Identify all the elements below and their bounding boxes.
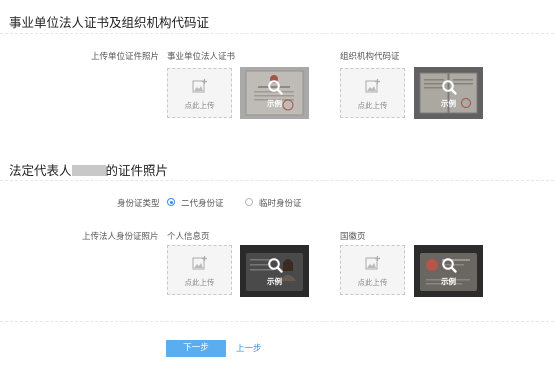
cert1-title: 事业单位法人证书 bbox=[167, 52, 236, 62]
image-upload-icon bbox=[365, 256, 380, 270]
sample-text: 示例 bbox=[441, 99, 456, 108]
divider bbox=[0, 321, 554, 322]
next-step-button[interactable]: 下一步 bbox=[166, 340, 226, 357]
magnifier-icon bbox=[268, 258, 283, 273]
sample-id-front[interactable]: 示例 bbox=[240, 245, 309, 297]
magnifier-icon bbox=[442, 258, 457, 273]
upload-id-back-button[interactable]: 点此上传 bbox=[340, 245, 405, 295]
image-upload-icon bbox=[192, 79, 207, 93]
sample-cert2[interactable]: 示例 bbox=[414, 67, 483, 119]
image-upload-icon bbox=[192, 256, 207, 270]
upload-text: 点此上传 bbox=[184, 278, 215, 287]
sample-id-back[interactable]: 示例 bbox=[414, 245, 483, 297]
radio-second-gen-id[interactable] bbox=[167, 198, 175, 206]
divider bbox=[0, 33, 554, 34]
sample-cert1[interactable]: 示例 bbox=[240, 67, 309, 119]
upload-id-front-button[interactable]: 点此上传 bbox=[167, 245, 232, 295]
sample-text: 示例 bbox=[267, 99, 282, 108]
upload-legal-id-label: 上传法人身份证照片 bbox=[82, 232, 159, 242]
sample-text: 示例 bbox=[267, 277, 282, 286]
radio-temp-id-label[interactable]: 临时身份证 bbox=[259, 197, 302, 209]
upload-unit-cert-label: 上传单位证件照片 bbox=[91, 52, 160, 62]
cert2-title: 组织机构代码证 bbox=[340, 52, 400, 62]
title-suffix: 的证件照片 bbox=[105, 163, 169, 178]
id-back-title: 国徽页 bbox=[340, 232, 366, 242]
radio-second-gen-id-label[interactable]: 二代身份证 bbox=[181, 197, 224, 209]
id-type-label: 身份证类型 bbox=[117, 199, 160, 209]
divider bbox=[0, 180, 554, 181]
upload-cert1-button[interactable]: 点此上传 bbox=[167, 68, 232, 118]
upload-text: 点此上传 bbox=[357, 278, 388, 287]
upload-text: 点此上传 bbox=[357, 101, 388, 110]
section-title-org-cert: 事业单位法人证书及组织机构代码证 bbox=[9, 15, 210, 30]
upload-cert2-button[interactable]: 点此上传 bbox=[340, 68, 405, 118]
title-prefix: 法定代表人 bbox=[9, 163, 72, 178]
upload-text: 点此上传 bbox=[184, 101, 215, 110]
magnifier-icon bbox=[442, 80, 457, 95]
image-upload-icon bbox=[365, 79, 380, 93]
sample-text: 示例 bbox=[441, 277, 456, 286]
id-front-title: 个人信息页 bbox=[167, 232, 210, 242]
prev-step-link[interactable]: 上一步 bbox=[236, 342, 262, 354]
magnifier-icon bbox=[268, 80, 283, 95]
redacted-name bbox=[71, 165, 106, 176]
section-title-legal-rep: 法定代表人 的证件照片 bbox=[9, 160, 168, 179]
radio-temp-id[interactable] bbox=[245, 198, 253, 206]
